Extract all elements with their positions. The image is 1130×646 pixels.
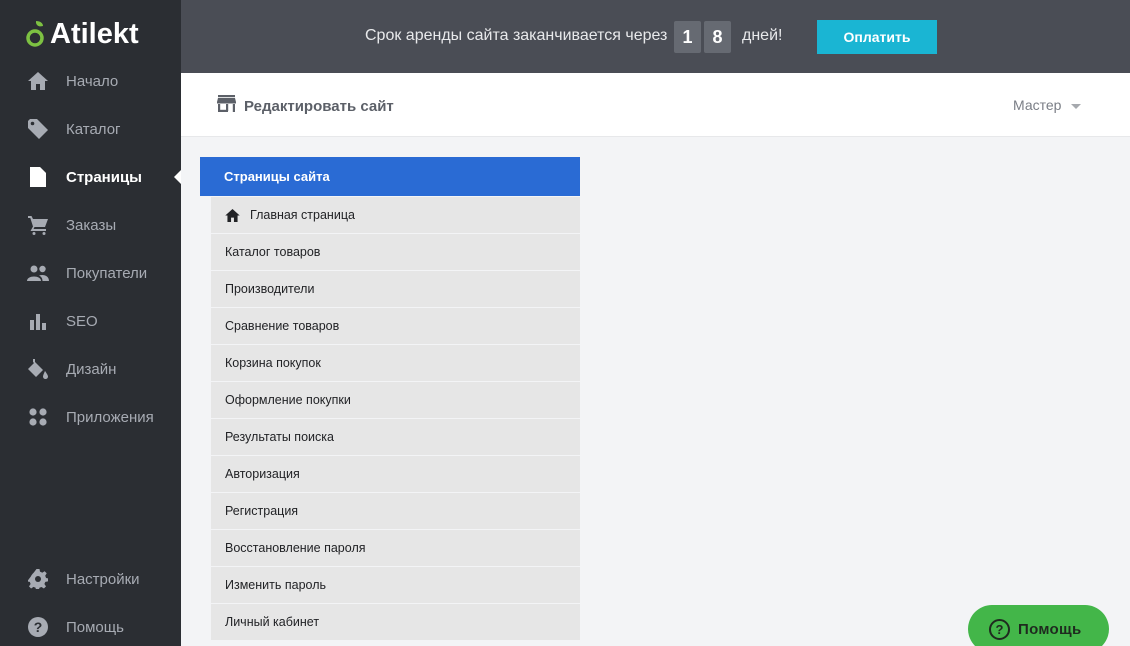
page-item[interactable]: Сравнение товаров	[211, 308, 580, 344]
page-item-label: Сравнение товаров	[225, 319, 340, 333]
page-header: Редактировать сайт Мастер	[181, 73, 1130, 137]
brand-name: Atilekt	[50, 17, 139, 50]
sidebar-item-apps[interactable]: Приложения	[0, 393, 181, 441]
sidebar-item-label: Страницы	[66, 168, 142, 186]
page-item-label: Главная страница	[250, 208, 355, 222]
page-item[interactable]: Личный кабинет	[211, 604, 580, 640]
sidebar-item-help[interactable]: ? Помощь	[0, 603, 181, 646]
page-item[interactable]: Каталог товаров	[211, 234, 580, 270]
sidebar: Atilekt Начало Каталог Страницы Заказы П…	[0, 0, 181, 646]
edit-site-link[interactable]: Редактировать сайт	[217, 95, 394, 117]
page-item[interactable]: Регистрация	[211, 493, 580, 529]
banner-suffix: дней!	[742, 27, 783, 44]
edit-site-label: Редактировать сайт	[244, 97, 394, 115]
site-pages-panel: Страницы сайта Главная страница Каталог …	[200, 157, 580, 646]
page-item[interactable]: Изменить пароль	[211, 567, 580, 603]
page-item-label: Корзина покупок	[225, 356, 321, 370]
rent-expiry-banner: Срок аренды сайта заканчивается через 1 …	[181, 0, 1130, 73]
gear-icon	[27, 568, 49, 590]
sidebar-item-label: Покупатели	[66, 264, 148, 282]
sidebar-item-seo[interactable]: SEO	[0, 297, 181, 345]
sidebar-item-label: Заказы	[66, 216, 117, 234]
page-item[interactable]: Результаты поиска	[211, 419, 580, 455]
sidebar-item-label: Дизайн	[66, 360, 117, 378]
tag-icon	[27, 118, 49, 140]
master-label: Мастер	[1013, 97, 1062, 113]
page-item-label: Авторизация	[225, 467, 300, 481]
brand-logo[interactable]: Atilekt	[26, 14, 139, 54]
master-dropdown[interactable]: Мастер	[1013, 97, 1082, 113]
page-list: Главная страница Каталог товаров Произво…	[211, 197, 580, 641]
leaf-logo-icon	[26, 19, 46, 49]
page-item-home[interactable]: Главная страница	[211, 197, 580, 233]
banner-text: Срок аренды сайта заканчивается через	[365, 27, 668, 44]
storefront-icon	[217, 95, 236, 117]
help-label: Помощь	[1018, 620, 1082, 638]
page-item-label: Производители	[225, 282, 315, 296]
sidebar-item-home[interactable]: Начало	[0, 57, 181, 105]
page-item-label: Каталог товаров	[225, 245, 321, 259]
active-indicator	[174, 170, 181, 184]
page-item-label: Восстановление пароля	[225, 541, 366, 555]
page-item-label: Оформление покупки	[225, 393, 351, 407]
page-item-label: Регистрация	[225, 504, 299, 518]
cart-icon	[27, 214, 49, 236]
page-item-label: Личный кабинет	[225, 615, 320, 629]
sidebar-item-customers[interactable]: Покупатели	[0, 249, 181, 297]
help-circle-icon: ?	[27, 616, 49, 638]
apps-grid-icon	[27, 406, 49, 428]
svg-text:?: ?	[34, 619, 43, 635]
sidebar-item-label: Каталог	[66, 120, 121, 138]
pay-button[interactable]: Оплатить	[817, 20, 937, 54]
sidebar-item-label: Помощь	[66, 618, 124, 636]
page-item-label: Изменить пароль	[225, 578, 327, 592]
sidebar-item-orders[interactable]: Заказы	[0, 201, 181, 249]
page-item[interactable]: Восстановление пароля	[211, 530, 580, 566]
page-item[interactable]: Корзина покупок	[211, 345, 580, 381]
home-icon	[225, 208, 240, 222]
sidebar-item-design[interactable]: Дизайн	[0, 345, 181, 393]
page-item[interactable]: Оформление покупки	[211, 382, 580, 418]
paint-bucket-icon	[27, 358, 49, 380]
sidebar-item-label: Приложения	[66, 408, 154, 426]
page-item[interactable]: Производители	[211, 271, 580, 307]
days-digit: 8	[704, 21, 731, 53]
home-icon	[27, 70, 49, 92]
sidebar-item-label: Начало	[66, 72, 119, 90]
panel-title: Страницы сайта	[200, 157, 580, 196]
document-icon	[27, 166, 49, 188]
page-item-label: Результаты поиска	[225, 430, 334, 444]
sidebar-item-label: SEO	[66, 312, 98, 330]
sidebar-item-settings[interactable]: Настройки	[0, 555, 181, 603]
people-icon	[27, 262, 49, 284]
bar-chart-icon	[27, 310, 49, 332]
question-icon: ?	[989, 618, 1010, 640]
sidebar-item-pages[interactable]: Страницы	[0, 153, 181, 201]
sidebar-item-label: Настройки	[66, 570, 140, 588]
sidebar-item-catalog[interactable]: Каталог	[0, 105, 181, 153]
help-chat-button[interactable]: ? Помощь	[968, 605, 1109, 646]
chevron-down-icon	[1071, 103, 1082, 109]
days-digit: 1	[674, 21, 701, 53]
page-item[interactable]: Авторизация	[211, 456, 580, 492]
